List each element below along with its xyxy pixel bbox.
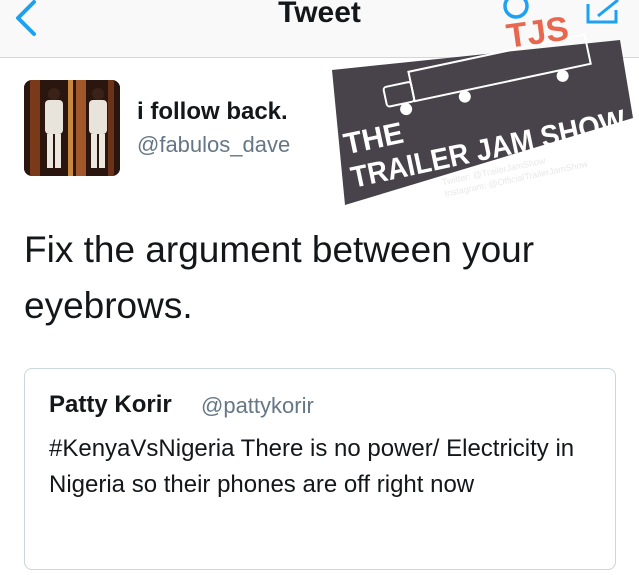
trailer-jam-show-watermark: THE TRAILER JAM SHOW Twitter: @TrailerJa…	[320, 0, 639, 210]
tweet-text: Fix the argument between your eyebrows.	[24, 229, 535, 326]
quoted-tweet-text: #KenyaVsNigeria There is no power/ Elect…	[49, 435, 575, 498]
avatar[interactable]	[24, 80, 120, 176]
quoted-author-handle: @pattykorir	[201, 393, 314, 418]
quoted-author-name: Patty Korir	[49, 391, 172, 418]
author-name[interactable]: i follow back.	[137, 98, 288, 126]
quoted-tweet-card[interactable]: Patty Korir @pattykorir #KenyaVsNigeria …	[24, 368, 616, 570]
watermark-logo: THE TRAILER JAM SHOW Twitter: @TrailerJa…	[332, 10, 633, 205]
avatar-photo	[24, 80, 120, 176]
author-handle[interactable]: @fabulos_dave	[137, 132, 290, 158]
